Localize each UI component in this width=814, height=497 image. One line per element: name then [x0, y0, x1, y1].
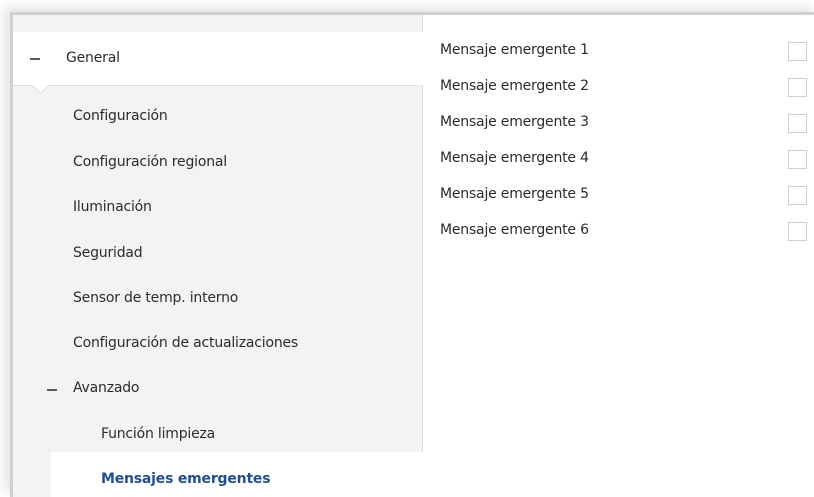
checkbox-mensaje-5[interactable] — [788, 186, 807, 205]
tree-item-configuracion[interactable]: Configuración — [73, 107, 168, 125]
tree-item-seguridad[interactable]: Seguridad — [73, 244, 143, 262]
tree-item-configuracion-regional[interactable]: Configuración regional — [73, 153, 227, 171]
selection-notch — [31, 85, 51, 105]
tree-item-funcion-limpieza[interactable]: Función limpieza — [101, 425, 215, 443]
param-label-mensaje-4: Mensaje emergente 4 — [440, 150, 589, 166]
collapse-icon[interactable] — [47, 389, 57, 391]
param-label-mensaje-5: Mensaje emergente 5 — [440, 186, 589, 202]
tree-item-mensajes-emergentes-label: Mensajes emergentes — [101, 471, 271, 487]
tree-item-avanzado-label: Avanzado — [73, 380, 140, 396]
tree-item-general[interactable]: General — [13, 32, 423, 86]
param-label-mensaje-3: Mensaje emergente 3 — [440, 114, 589, 130]
tree-item-sensor-temp-interno[interactable]: Sensor de temp. interno — [73, 289, 238, 307]
param-label-mensaje-2: Mensaje emergente 2 — [440, 78, 589, 94]
collapse-icon[interactable] — [30, 58, 40, 60]
knx-parameter-window: General Configuración Configuración regi… — [10, 12, 814, 497]
parameter-tree: General Configuración Configuración regi… — [13, 15, 423, 497]
checkbox-mensaje-6[interactable] — [788, 222, 807, 241]
checkbox-mensaje-3[interactable] — [788, 114, 807, 133]
tree-item-general-label: General — [66, 50, 120, 66]
checkbox-mensaje-4[interactable] — [788, 150, 807, 169]
checkbox-mensaje-1[interactable] — [788, 42, 807, 61]
param-label-mensaje-1: Mensaje emergente 1 — [440, 42, 589, 58]
tree-item-iluminacion[interactable]: Iluminación — [73, 198, 152, 216]
param-label-mensaje-6: Mensaje emergente 6 — [440, 222, 589, 238]
parameter-panel: Mensaje emergente 1 Mensaje emergente 2 … — [424, 15, 814, 497]
tree-item-configuracion-actualizaciones[interactable]: Configuración de actualizaciones — [73, 334, 298, 352]
checkbox-mensaje-2[interactable] — [788, 78, 807, 97]
